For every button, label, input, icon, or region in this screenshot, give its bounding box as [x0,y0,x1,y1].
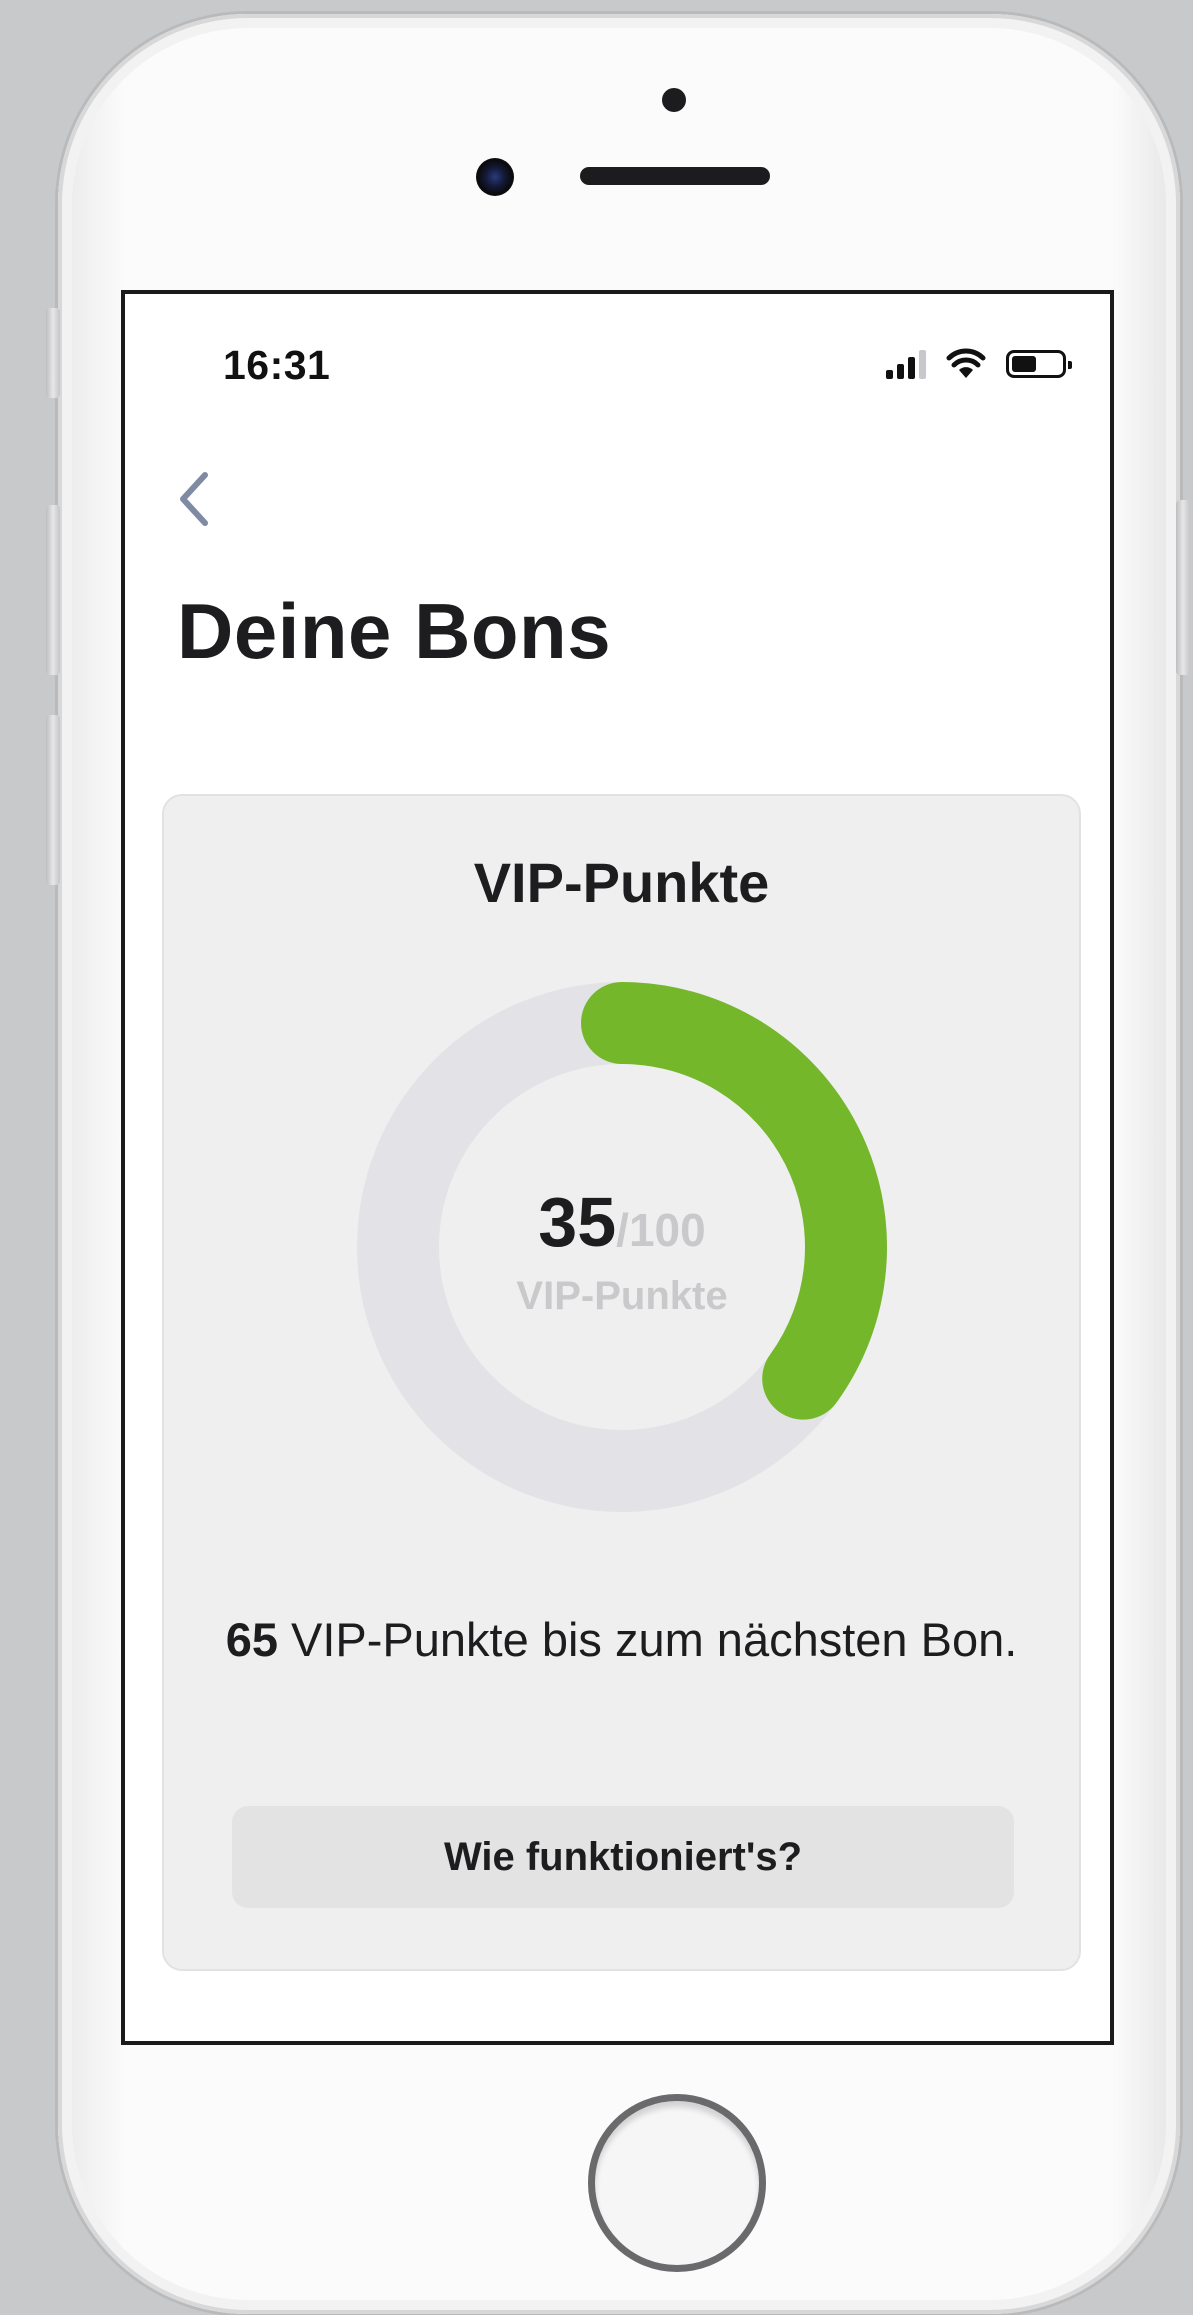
battery-icon [1006,350,1072,378]
proximity-sensor [662,88,686,112]
home-button[interactable] [588,2094,766,2272]
remaining-points-value: 65 [225,1613,278,1666]
card-title: VIP-Punkte [473,851,770,914]
power-button [1176,500,1190,675]
how-it-works-button[interactable]: Wie funktioniert's? [232,1806,1014,1908]
cellular-signal-icon [886,349,926,379]
gauge-value: 35/100 [357,1182,887,1262]
front-camera [476,158,514,196]
remaining-points-label: VIP-Punkte bis zum nächsten Bon. [277,1613,1018,1666]
volume-down-button [46,715,60,885]
status-time: 16:31 [223,342,331,388]
back-button[interactable] [165,464,225,534]
volume-up-button [46,505,60,675]
gauge-unit-label: VIP-Punkte [516,1274,728,1318]
vip-points-card: VIP-Punkte 35/100 VIP-Punkte 65 VIP-Punk… [162,794,1081,1971]
vip-points-gauge: 35/100 VIP-Punkte [357,982,887,1512]
max-points: /100 [616,1204,706,1256]
earpiece-speaker [580,167,770,185]
current-points: 35 [538,1183,617,1261]
wifi-icon [946,348,986,378]
remaining-points-text: 65 VIP-Punkte bis zum nächsten Bon. [224,1596,1019,1684]
mute-switch [46,308,60,398]
chevron-left-icon [180,472,208,526]
app-screen: 16:31 Deine Bons VIP-Punkte 35/100 VIP-P… [121,290,1114,2045]
status-icons [886,344,1072,384]
page-title: Deine Bons [177,587,612,675]
